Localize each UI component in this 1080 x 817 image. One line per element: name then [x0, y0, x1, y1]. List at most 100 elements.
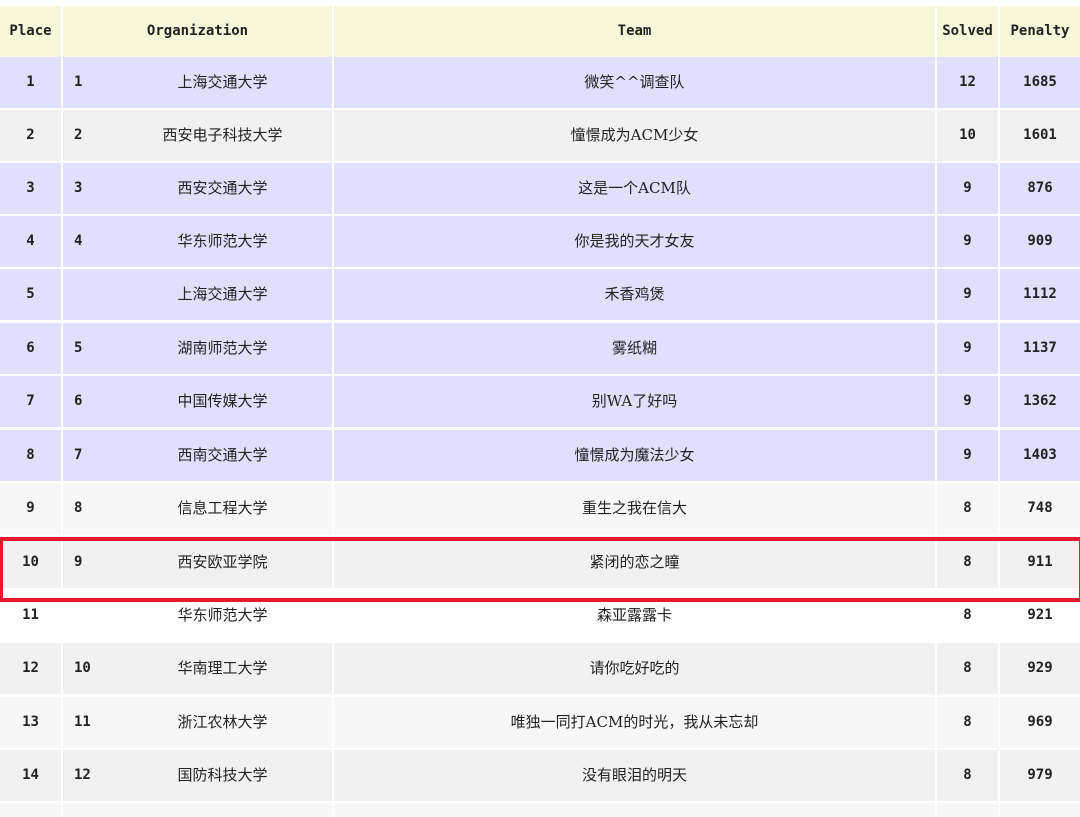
organization-cell: 西南交通大学: [177, 446, 268, 464]
organization-cell: 华南理工大学: [177, 659, 268, 677]
place-cell: 1: [26, 74, 35, 90]
penalty-cell: 1362: [1023, 393, 1057, 409]
team-cell: 别WA了好吗: [591, 392, 678, 410]
penalty-cell: 748: [1027, 500, 1053, 516]
team-cell: 请你吃好吃的: [589, 659, 680, 677]
rank-cell: 8: [74, 500, 83, 516]
solved-cell: 9: [963, 233, 972, 249]
place-cell: 12: [22, 660, 39, 676]
place-cell: 9: [26, 500, 35, 516]
penalty-cell: 979: [1027, 767, 1053, 783]
solved-cell: 9: [963, 393, 972, 409]
solved-cell: 8: [963, 660, 972, 676]
team-cell: 禾香鸡煲: [604, 285, 665, 303]
team-cell: 你是我的天才女友: [574, 232, 695, 250]
organization-cell: 信息工程大学: [177, 499, 268, 517]
table-row[interactable]: 13 11 浙江农林大学 唯独一同打ACM的时光，我从未忘却 8 969: [0, 697, 1080, 748]
organization-cell: 中国传媒大学: [177, 392, 268, 410]
team-cell: 微笑^^调查队: [584, 73, 685, 91]
header-organization[interactable]: Organization: [63, 6, 332, 57]
rank-cell: 2: [74, 127, 83, 143]
organization-cell: 国防科技大学: [177, 766, 268, 784]
penalty-cell: 1137: [1023, 340, 1057, 356]
penalty-cell: 1601: [1023, 127, 1057, 143]
table-row[interactable]: 1 1 上海交通大学 微笑^^调查队 12 1685: [0, 57, 1080, 108]
solved-cell: 8: [963, 767, 972, 783]
solved-cell: 8: [963, 500, 972, 516]
rank-cell: 3: [74, 180, 83, 196]
team-cell: 紧闭的恋之瞳: [589, 553, 680, 571]
solved-cell: 9: [963, 180, 972, 196]
place-cell: 14: [22, 767, 39, 783]
place-cell: 10: [22, 554, 39, 570]
table-row[interactable]: 4 4 华东师范大学 你是我的天才女友 9 909: [0, 216, 1080, 267]
table-row[interactable]: 3 3 西安交通大学 这是一个ACM队 9 876: [0, 163, 1080, 214]
solved-cell: 9: [963, 447, 972, 463]
organization-cell: 西安欧亚学院: [177, 553, 268, 571]
table-row[interactable]: 8 7 西南交通大学 憧憬成为魔法少女 9 1403: [0, 430, 1080, 481]
solved-cell: 10: [959, 127, 976, 143]
rank-cell: 12: [74, 767, 91, 783]
organization-cell: 上海交通大学: [177, 73, 268, 91]
rank-cell: 9: [74, 554, 83, 570]
table-row[interactable]: 7 6 中国传媒大学 别WA了好吗 9 1362: [0, 376, 1080, 427]
solved-cell: 8: [963, 714, 972, 730]
solved-cell: 8: [963, 554, 972, 570]
team-cell: 憧憬成为魔法少女: [574, 446, 695, 464]
header-place[interactable]: Place: [0, 6, 61, 57]
penalty-cell: 1112: [1023, 286, 1057, 302]
team-cell: 没有眼泪的明天: [581, 766, 687, 784]
header-penalty[interactable]: Penalty: [1000, 6, 1080, 57]
place-cell: 5: [26, 286, 35, 302]
team-cell: 这是一个ACM队: [578, 179, 691, 197]
rank-cell: 10: [74, 660, 91, 676]
penalty-cell: 1403: [1023, 447, 1057, 463]
team-cell: 重生之我在信大: [581, 499, 687, 517]
table-row[interactable]: 11 华东师范大学 森亚露露卡 8 921: [0, 590, 1080, 641]
penalty-cell: 921: [1027, 607, 1053, 623]
table-row[interactable]: 5 上海交通大学 禾香鸡煲 9 1112: [0, 269, 1080, 320]
table-row[interactable]: 6 5 湖南师范大学 雾纸糊 9 1137: [0, 323, 1080, 374]
penalty-cell: 876: [1027, 180, 1053, 196]
header-team[interactable]: Team: [334, 6, 935, 57]
table-row[interactable]: 2 2 西安电子科技大学 憧憬成为ACM少女 10 1601: [0, 110, 1080, 161]
solved-cell: 12: [959, 74, 976, 90]
organization-cell: 华东师范大学: [177, 232, 268, 250]
organization-cell: 湖南师范大学: [177, 339, 268, 357]
place-cell: 6: [26, 340, 35, 356]
place-cell: 7: [26, 393, 35, 409]
table-row[interactable]: 10 9 西安欧亚学院 紧闭的恋之瞳 8 911: [0, 537, 1080, 588]
rank-cell: 7: [74, 447, 83, 463]
rank-cell: 4: [74, 233, 83, 249]
table-row[interactable]: 12 10 华南理工大学 请你吃好吃的 8 929: [0, 643, 1080, 694]
team-cell: 憧憬成为ACM少女: [570, 126, 699, 144]
table-row[interactable]: 14 12 国防科技大学 没有眼泪的明天 8 979: [0, 750, 1080, 801]
organization-cell: 华东师范大学: [177, 606, 268, 624]
team-cell: 雾纸糊: [611, 339, 657, 357]
solved-cell: 9: [963, 340, 972, 356]
penalty-cell: 909: [1027, 233, 1053, 249]
team-cell: 森亚露露卡: [596, 606, 672, 624]
place-cell: 13: [22, 714, 39, 730]
penalty-cell: 969: [1027, 714, 1053, 730]
table-row-partial: [0, 803, 1080, 817]
table-header: Place Organization Team Solved Penalty: [0, 6, 1080, 57]
header-solved[interactable]: Solved: [937, 6, 998, 57]
team-cell: 唯独一同打ACM的时光，我从未忘却: [510, 713, 759, 731]
solved-cell: 8: [963, 607, 972, 623]
organization-cell: 浙江农林大学: [177, 713, 268, 731]
table-row[interactable]: 9 8 信息工程大学 重生之我在信大 8 748: [0, 483, 1080, 534]
place-cell: 3: [26, 180, 35, 196]
place-cell: 2: [26, 127, 35, 143]
rank-cell: 11: [74, 714, 91, 730]
rank-cell: 5: [74, 340, 83, 356]
place-cell: 4: [26, 233, 35, 249]
place-cell: 11: [22, 607, 39, 623]
rank-cell: 1: [74, 74, 83, 90]
rank-cell: 6: [74, 393, 83, 409]
organization-cell: 西安交通大学: [177, 179, 268, 197]
place-cell: 8: [26, 447, 35, 463]
penalty-cell: 1685: [1023, 74, 1057, 90]
penalty-cell: 911: [1027, 554, 1053, 570]
rank-cell: [63, 269, 113, 320]
